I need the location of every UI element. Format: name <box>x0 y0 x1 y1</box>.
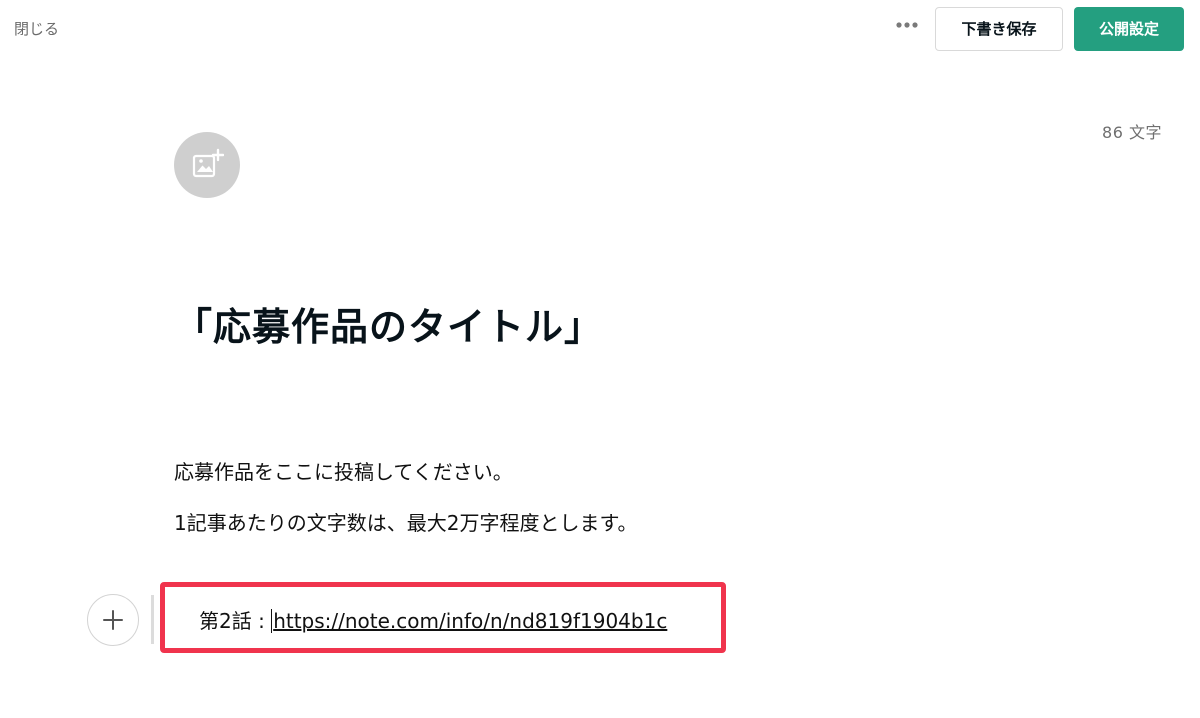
body-paragraph[interactable]: 応募作品をここに投稿してください。 <box>174 456 513 485</box>
editor-header: 閉じる 下書き保存 公開設定 <box>0 0 1200 60</box>
episode-link-paragraph[interactable]: 第2話 : https://note.com/info/n/nd819f1904… <box>199 605 667 634</box>
body-paragraph[interactable]: 1記事あたりの文字数は、最大2万字程度とします。 <box>174 507 637 536</box>
save-draft-button[interactable]: 下書き保存 <box>935 7 1063 51</box>
episode-url-link[interactable]: https://note.com/info/n/nd819f1904b1c <box>273 609 667 633</box>
more-horizontal-icon <box>896 22 918 28</box>
add-header-image-button[interactable] <box>174 132 240 198</box>
episode-label: 第2話 : <box>199 609 272 633</box>
more-options-button[interactable] <box>893 14 921 36</box>
article-title[interactable]: 「応募作品のタイトル」 <box>174 296 603 351</box>
add-block-button[interactable] <box>87 594 139 646</box>
active-block-indicator <box>151 595 154 644</box>
character-count: 86 文字 <box>1102 123 1162 142</box>
publish-settings-button[interactable]: 公開設定 <box>1074 7 1184 51</box>
close-link[interactable]: 閉じる <box>14 18 59 39</box>
plus-icon <box>103 610 123 630</box>
add-image-icon <box>192 148 224 178</box>
